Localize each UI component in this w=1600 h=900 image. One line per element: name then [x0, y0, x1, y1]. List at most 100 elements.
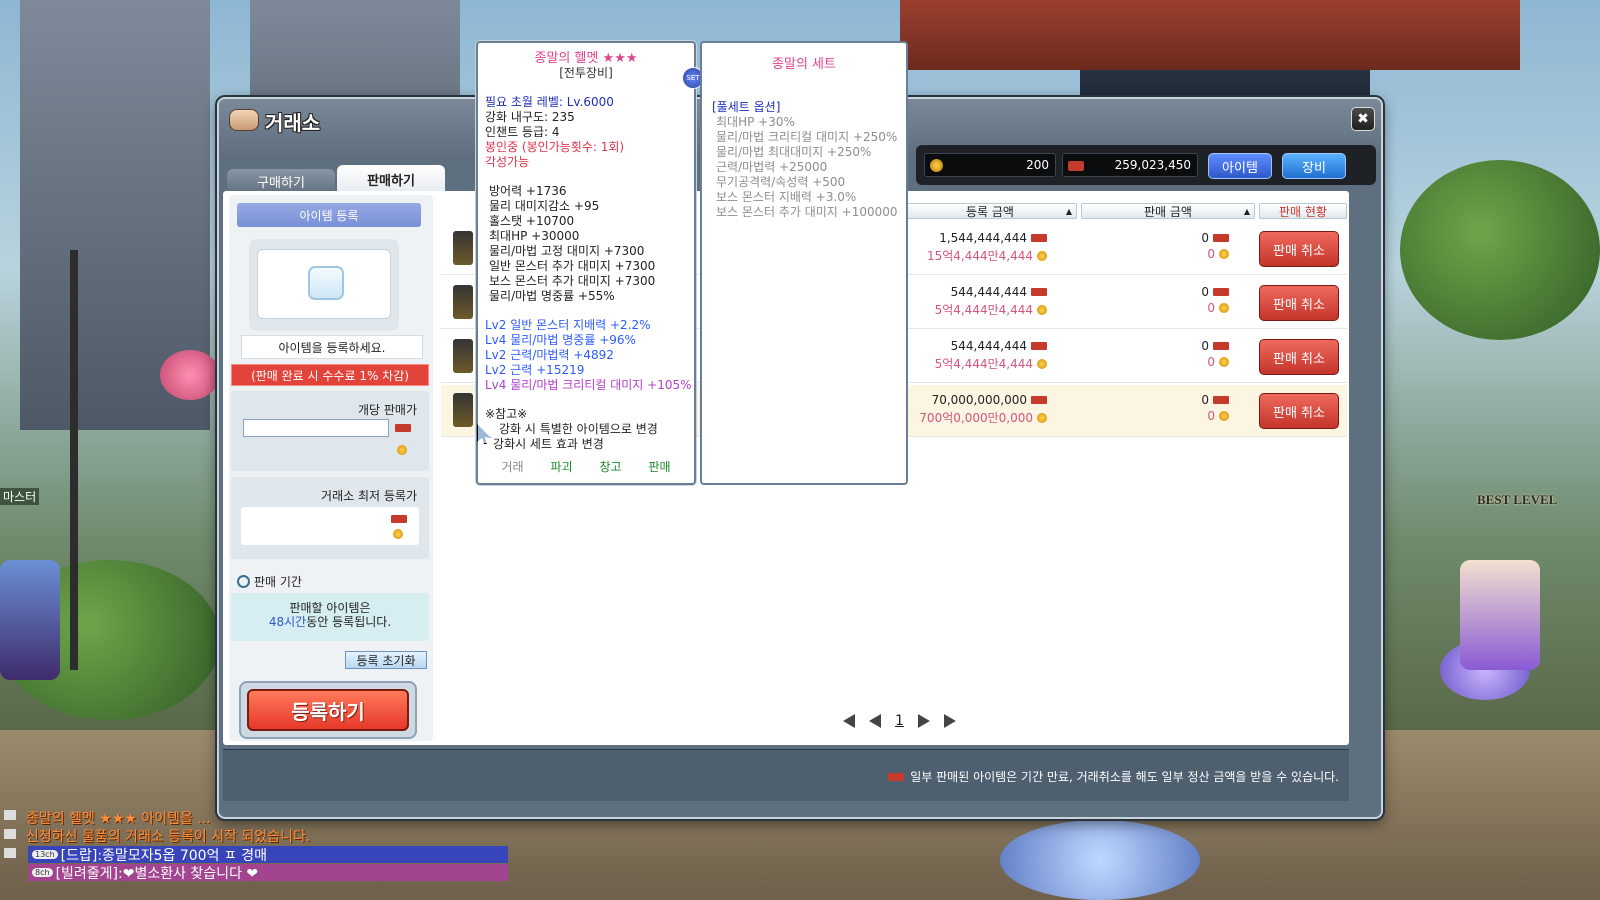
flag-sell: 판매: [648, 460, 671, 474]
unit-price-input[interactable]: [243, 419, 389, 437]
prev-page-icon[interactable]: [869, 714, 881, 728]
next-page-icon[interactable]: [917, 714, 930, 728]
item-requirements: 필요 초월 레벨: Lv.6000 강화 내구도: 235 인챈트 등급: 4 …: [478, 95, 694, 170]
player-character[interactable]: [0, 560, 60, 680]
note-line: 강화 시 특별한 아이템으로 변경: [499, 422, 658, 436]
close-button[interactable]: ✖: [1351, 107, 1375, 131]
enchant-grade: 인챈트 등급: 4: [485, 125, 560, 139]
last-page-icon[interactable]: [943, 714, 956, 728]
item-slot[interactable]: [257, 249, 391, 319]
cancel-sale-button[interactable]: 판매 취소: [1259, 231, 1339, 267]
stat-line: 보스 몬스터 추가 대미지 +7300: [489, 274, 656, 288]
sold-amount: 0: [1201, 231, 1229, 245]
sold-amount-korean: 0: [1207, 247, 1229, 261]
sold-amount: 0: [1201, 285, 1229, 299]
category-item-button[interactable]: 아이템: [1208, 153, 1272, 179]
set-option-header: [풀세트 옵션]: [712, 100, 781, 114]
lowest-price-box: [241, 507, 419, 545]
empty-slot-icon: [308, 266, 344, 300]
registered-price: 544,444,444: [951, 285, 1047, 299]
item-name: 종말의 헬멧 ★★★: [534, 51, 638, 66]
register-panel-header: 아이템 등록: [237, 203, 421, 227]
register-button-frame: 등록하기: [239, 681, 417, 739]
set-name: 종말의 세트: [772, 57, 836, 72]
column-header-sell-price[interactable]: 판매 금액 ▲: [1081, 203, 1255, 219]
item-trade-flags: 거래 파괴 창고 판매: [478, 460, 694, 475]
tab-buy[interactable]: 구매하기: [227, 169, 335, 193]
set-option-line: 보스 몬스터 지배력 +3.0%: [716, 190, 857, 204]
sealed-status: 봉인중 (봉인가능횟수: 1회): [485, 140, 625, 154]
footer-bar: 일부 판매된 아이템은 기간 만료, 거래취소를 해도 일부 정산 금액을 받을…: [223, 749, 1349, 801]
stat-line: 최대HP +30000: [489, 229, 580, 243]
registered-price-korean: 700억0,000만0,000: [919, 409, 1047, 426]
period-hours: 48시간: [268, 615, 307, 629]
sort-arrow-icon: ▲: [1243, 206, 1250, 216]
unit-price-label: 개당 판매가: [357, 403, 417, 417]
ely-icon: [1068, 161, 1084, 171]
chat-scroll-bottom-icon[interactable]: [4, 848, 16, 858]
stat-line: 홀스탯 +10700: [489, 214, 575, 228]
cancel-sale-button[interactable]: 판매 취소: [1259, 285, 1339, 321]
period-heading: 판매 기간: [237, 573, 302, 590]
reset-registration-button[interactable]: 등록 초기화: [345, 651, 427, 669]
register-button[interactable]: 등록하기: [247, 689, 409, 731]
register-panel: 아이템 등록 아이템을 등록하세요. (판매 완료 시 수수료 1% 차감) 개…: [229, 195, 433, 741]
item-thumbnail: [453, 285, 473, 319]
period-info: 판매할 아이템은 48시간동안 등록됩니다.: [231, 593, 429, 641]
lowest-price-label: 거래소 최저 등록가: [321, 489, 417, 503]
chat-message-text: [드랍]:종말모자5옵 700억 ㅍ 경매: [60, 847, 267, 864]
category-equip-button[interactable]: 장비: [1282, 153, 1346, 179]
column-header-registered-price[interactable]: 등록 금액 ▲: [903, 203, 1077, 219]
street-lamp: [70, 250, 78, 670]
coin-icon: [393, 529, 403, 539]
sold-amount-korean: 0: [1207, 301, 1229, 315]
set-tooltip: 종말의 세트 [풀세트 옵션] 최대HP +30% 물리/마법 크리티컬 대미지…: [700, 41, 908, 485]
column-header-status: 판매 현황: [1259, 203, 1347, 219]
potential-line: Lv4 물리/마법 명중률 +96%: [485, 333, 636, 347]
stat-line: 물리 대미지감소 +95: [489, 199, 600, 213]
best-level-label: BEST LEVEL: [1477, 492, 1558, 507]
chat-scroll-controls: [4, 810, 20, 858]
set-option-line: 근력/마법력 +25000: [716, 160, 828, 174]
pagination: 1: [843, 713, 956, 729]
flower-bush: [1000, 820, 1200, 900]
sold-amount: 0: [1201, 339, 1229, 353]
cancel-sale-button[interactable]: 판매 취소: [1259, 393, 1339, 429]
registered-price-korean: 5억4,444만4,444: [935, 301, 1047, 318]
ely-icon: [391, 515, 407, 523]
flag-storage: 창고: [599, 460, 622, 474]
column-header-label: 판매 현황: [1279, 204, 1327, 219]
channel-tag: 13ch: [32, 850, 58, 859]
background-pagoda-roof: [900, 0, 1520, 70]
stat-line: 일반 몬스터 추가 대미지 +7300: [489, 259, 656, 273]
item-thumbnail: [453, 393, 473, 427]
item-type: [전투장비]: [559, 66, 613, 80]
cancel-sale-button[interactable]: 판매 취소: [1259, 339, 1339, 375]
period-line1: 판매할 아이템은: [289, 601, 371, 615]
flag-trade: 거래: [501, 460, 524, 474]
player-character[interactable]: [1460, 560, 1540, 670]
chat-megaphone-line[interactable]: 8ch [빌려줄게]:❤별소환사 찾습니다 ❤: [28, 864, 508, 882]
sold-amount-korean: 0: [1207, 409, 1229, 423]
flower-bush: [160, 350, 220, 400]
channel-tag: 8ch: [32, 868, 53, 877]
tab-sell[interactable]: 판매하기: [337, 165, 445, 193]
registered-price: 70,000,000,000: [932, 393, 1047, 407]
first-page-icon[interactable]: [843, 714, 855, 728]
footer-notice: 일부 판매된 아이템은 기간 만료, 거래취소를 해도 일부 정산 금액을 받을…: [888, 768, 1339, 785]
sold-amount-korean: 0: [1207, 355, 1229, 369]
note-line: 강화시 세트 효과 변경: [493, 437, 604, 451]
item-notes: ※참고※ 강화 시 특별한 아이템으로 변경 강화시 세트 효과 변경: [478, 407, 694, 452]
potential-line: Lv4 물리/마법 크리티컬 대미지 +105%: [485, 378, 692, 392]
coin-icon: [397, 445, 407, 455]
chat-system-message: 신청하신 물품의 거래소 등록이 시작 되었습니다.: [26, 829, 311, 845]
period-line2-rest: 동안 등록됩니다.: [306, 615, 392, 629]
trade-logo-icon: [229, 109, 259, 131]
chat-megaphone-line[interactable]: 13ch [드랍]:종말모자5옵 700억 ㅍ 경매: [28, 846, 508, 864]
column-header-label: 판매 금액: [1144, 204, 1192, 219]
page-number[interactable]: 1: [895, 713, 904, 729]
chat-scroll-up-icon[interactable]: [4, 810, 16, 820]
chat-scroll-down-icon[interactable]: [4, 829, 16, 839]
maple-points-box: 200: [924, 153, 1056, 177]
item-stats: 방어력 +1736 물리 대미지감소 +95 홀스탯 +10700 최대HP +…: [478, 184, 694, 304]
